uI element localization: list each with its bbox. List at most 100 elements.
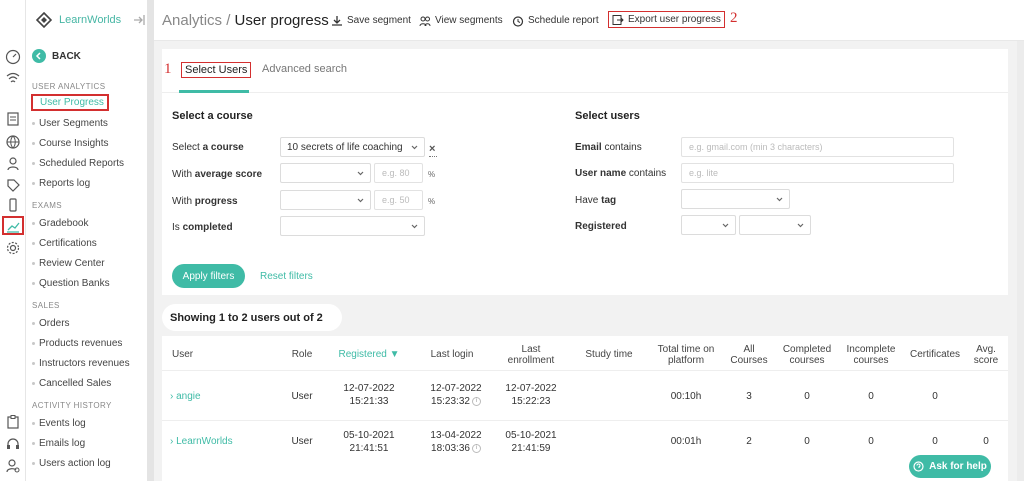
column-header-last-login[interactable]: Last login — [421, 349, 483, 360]
export-user-progress-button[interactable]: Export user progress — [608, 11, 725, 28]
score-operator-select[interactable] — [280, 163, 371, 183]
registered-time: 21:41:51 — [349, 443, 389, 454]
incomplete-cell: 0 — [868, 436, 874, 447]
chevron-down-icon — [411, 145, 418, 150]
sidebar-item-label: Course Insights — [39, 137, 109, 149]
sidebar-item-users-action-log[interactable]: Users action log — [32, 455, 111, 471]
save-segment-button[interactable]: Save segment — [331, 12, 411, 29]
headset-icon[interactable] — [5, 436, 21, 452]
column-header-registered[interactable]: Registered ▼ — [334, 349, 404, 360]
clock-icon — [512, 15, 524, 27]
sidebar-item-scheduled-reports[interactable]: Scheduled Reports — [32, 155, 124, 171]
registered-cell: 05-10-2021 21:41:51 — [334, 429, 404, 455]
all-courses-cell: 3 — [746, 391, 752, 402]
sidebar-item-review-center[interactable]: Review Center — [32, 255, 105, 271]
table-row[interactable]: › angie User 12-07-2022 15:21:33 12-07-20… — [162, 370, 1008, 420]
sidebar-item-orders[interactable]: Orders — [32, 315, 70, 331]
breadcrumb-parent[interactable]: Analytics / — [162, 12, 230, 29]
breadcrumb: Analytics / User progress — [162, 12, 329, 29]
sidebar-item-events-log[interactable]: Events log — [32, 415, 86, 431]
column-header-total-time[interactable]: Total time on platform — [650, 344, 722, 366]
average-score-input[interactable]: e.g. 80 — [374, 163, 423, 183]
apply-filters-button[interactable]: Apply filters — [172, 264, 245, 288]
sidebar-item-gradebook[interactable]: Gradebook — [32, 215, 88, 231]
back-button[interactable]: BACK — [32, 49, 81, 63]
sidebar-item-instructors-revenues[interactable]: Instructors revenues — [32, 355, 130, 371]
tab-advanced-search[interactable]: Advanced search — [262, 63, 347, 75]
role-cell: User — [291, 436, 313, 447]
clear-course-icon[interactable]: × — [429, 143, 438, 157]
reset-filters-link[interactable]: Reset filters — [260, 271, 313, 282]
sidebar-item-products-revenues[interactable]: Products revenues — [32, 335, 122, 351]
registered-date: 12-07-2022 — [343, 383, 395, 394]
registered-time: 15:21:33 — [349, 396, 389, 407]
icon-rail — [0, 0, 26, 481]
settings-gear-icon[interactable] — [5, 240, 21, 256]
completed-cell: 0 — [804, 436, 810, 447]
view-segments-button[interactable]: View segments — [419, 12, 503, 29]
registered-operator-select[interactable] — [681, 215, 736, 235]
username-label: User name contains — [575, 168, 666, 179]
ask-for-help-button[interactable]: Ask for help — [909, 455, 991, 478]
column-header-incomplete-courses[interactable]: Incomplete courses — [840, 344, 902, 366]
column-header-last-enrollment[interactable]: Last enrollment — [502, 344, 560, 366]
course-label-bold: a course — [202, 142, 244, 153]
sidebar-item-cancelled-sales[interactable]: Cancelled Sales — [32, 375, 111, 391]
chevron-down-icon — [797, 223, 804, 228]
section-title-sales: SALES — [32, 301, 60, 310]
login-time: 15:23:32 — [431, 396, 470, 407]
course-select-value: 10 secrets of life coaching — [287, 141, 403, 153]
user-settings-icon[interactable] — [5, 458, 21, 474]
column-header-role[interactable]: Role — [282, 349, 322, 360]
tab-select-users[interactable]: Select Users — [181, 62, 252, 78]
table-row[interactable]: › LearnWorlds User 05-10-2021 21:41:51 13… — [162, 420, 1008, 470]
tag-select[interactable] — [681, 189, 790, 209]
user-icon[interactable] — [5, 156, 21, 172]
info-icon[interactable]: i — [471, 396, 481, 406]
column-header-all-courses[interactable]: All Courses — [727, 344, 771, 366]
progress-operator-select[interactable] — [280, 190, 371, 210]
sidebar-item-label: Orders — [39, 317, 70, 329]
sidebar-item-course-insights[interactable]: Course Insights — [32, 135, 108, 151]
scrollbar[interactable] — [1017, 41, 1024, 481]
gauge-icon[interactable] — [5, 49, 21, 65]
user-name-link[interactable]: › LearnWorlds — [170, 435, 233, 448]
username-contains-input[interactable]: e.g. lite — [681, 163, 954, 183]
select-course-heading: Select a course — [172, 110, 253, 122]
completed-select[interactable] — [280, 216, 425, 236]
sidebar-item-certifications[interactable]: Certifications — [32, 235, 97, 251]
document-icon[interactable] — [5, 111, 21, 127]
mobile-icon[interactable] — [5, 197, 21, 213]
collapse-sidebar-icon[interactable] — [132, 13, 146, 27]
sidebar-item-reports-log[interactable]: Reports log — [32, 175, 90, 191]
info-icon[interactable]: i — [471, 443, 481, 453]
registered-value-select[interactable] — [739, 215, 811, 235]
user-name-link[interactable]: › angie — [170, 390, 201, 403]
column-header-completed-courses[interactable]: Completed courses — [776, 344, 838, 366]
sidebar-item-user-segments[interactable]: User Segments — [32, 115, 108, 131]
brand[interactable]: LearnWorlds — [36, 12, 121, 28]
globe-icon[interactable] — [5, 134, 21, 150]
schedule-report-button[interactable]: Schedule report — [512, 12, 599, 29]
sidebar-item-label: Cancelled Sales — [39, 377, 112, 389]
tag-icon[interactable] — [5, 177, 21, 193]
progress-label: With progress — [172, 196, 238, 207]
annotation-marker-1: 1 — [164, 61, 172, 77]
certificates-cell: 0 — [932, 436, 938, 447]
column-header-avg-score[interactable]: Avg. score — [968, 344, 1004, 366]
course-select[interactable]: 10 secrets of life coaching — [280, 137, 425, 157]
sidebar-item-user-progress[interactable]: User Progress — [31, 94, 109, 111]
email-contains-input[interactable]: e.g. gmail.com (min 3 characters) — [681, 137, 954, 157]
progress-input[interactable]: e.g. 50 — [374, 190, 423, 210]
column-header-certificates[interactable]: Certificates — [904, 349, 966, 360]
sidebar-item-question-banks[interactable]: Question Banks — [32, 275, 110, 291]
clipboard-icon[interactable] — [5, 414, 21, 430]
users-icon — [419, 16, 431, 26]
wifi-icon[interactable] — [5, 70, 21, 86]
learnworlds-logo-icon — [36, 12, 52, 28]
column-header-user[interactable]: User — [172, 349, 212, 360]
sidebar-item-emails-log[interactable]: Emails log — [32, 435, 85, 451]
registered-label: Registered — [575, 221, 627, 232]
registered-date: 05-10-2021 — [343, 430, 395, 441]
column-header-study-time[interactable]: Study time — [578, 349, 640, 360]
